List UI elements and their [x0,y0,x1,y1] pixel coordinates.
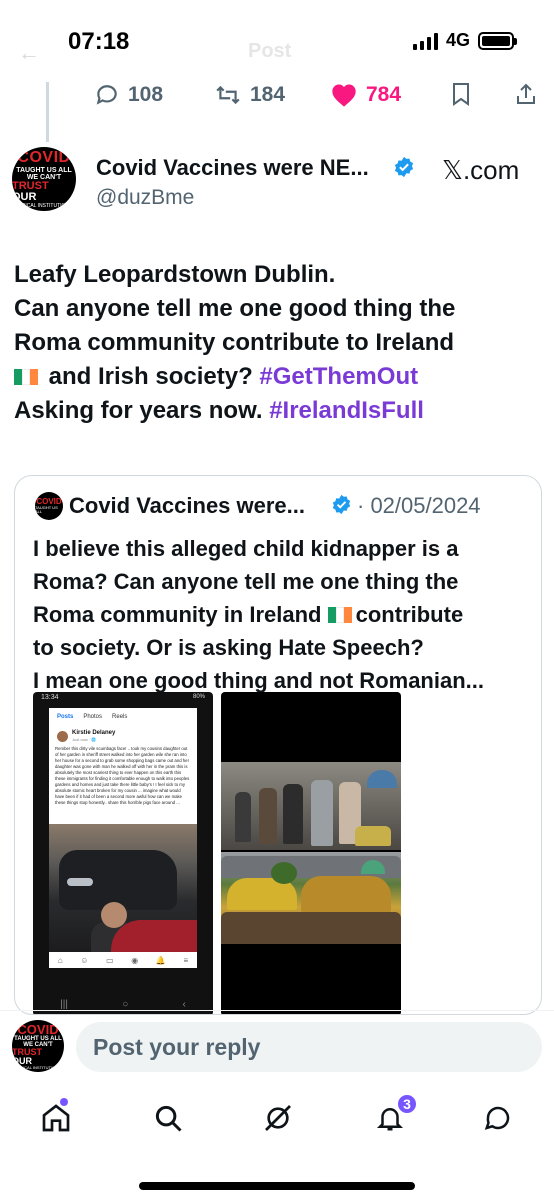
ireland-flag-icon [327,607,352,623]
nav-grok[interactable] [258,1098,298,1138]
quoted-image-screenshot[interactable]: 13:34 80% Posts Photos Reels Kirstie Del… [33,692,213,1014]
verified-badge-icon [394,156,414,178]
quoted-author-name: Covid Vaccines were... [69,493,306,518]
share-icon [517,83,535,104]
author-handle[interactable]: @duzBme [96,186,194,210]
repost-count: 184 [250,83,286,106]
author-avatar[interactable]: COVID TAUGHT US ALL WE CAN'T TRUST OUR M… [12,147,76,211]
source-label: 𝕏.com [442,155,520,185]
hashtag-link[interactable]: #IrelandIsFull [269,397,424,424]
market-photo-bottom [221,852,401,944]
reply-count: 108 [128,83,164,106]
home-unread-dot [60,1098,68,1106]
quoted-tweet-card[interactable]: COVID TAUGHT US ALL Covid Vaccines were.… [14,475,542,1015]
facebook-post-screenshot: Posts Photos Reels Kirstie Delaney Just … [49,708,197,968]
quoted-body: I believe this alleged child kidnapper i… [33,536,484,693]
grok-icon [265,1105,291,1131]
tweet-body: Leafy Leopardstown Dublin. Can anyone te… [14,258,544,428]
notification-badge: 3 [396,1093,418,1115]
nav-search[interactable] [148,1098,188,1138]
engagement-bar: 108 184 784 [0,82,554,114]
repost-button[interactable]: 184 [214,82,285,108]
tweet-line: Can anyone tell me one good thing the [14,295,456,322]
heart-icon [332,84,356,107]
avatar [57,731,68,742]
tweet-line: Leafy Leopardstown Dublin. [14,261,336,288]
reply-input[interactable]: Post your reply [76,1022,542,1072]
verified-badge-icon [332,494,351,515]
quoted-author-avatar: COVID TAUGHT US ALL [35,492,63,520]
home-icon [42,1104,70,1132]
reply-icon [96,85,117,105]
quoted-image-market[interactable] [221,692,401,1014]
repost-icon [216,85,240,105]
nav-messages[interactable] [478,1098,518,1138]
back-arrow-icon[interactable]: ← [18,40,40,66]
bottom-nav: 3 [0,1090,554,1146]
current-user-avatar[interactable]: COVID TAUGHT US ALL WE CAN'T TRUST OUR M… [12,1020,64,1072]
like-count: 784 [366,83,402,106]
divider [0,1010,554,1011]
author-name[interactable]: Covid Vaccines were NE... [96,155,369,181]
car-photo [49,824,197,952]
share-button[interactable] [514,82,538,106]
tweet-line: and Irish society? #GetThemOut [14,360,544,394]
status-time: 07:18 [68,28,130,55]
signal-icon [412,32,438,50]
bookmark-button[interactable] [451,82,471,106]
search-icon [155,1105,182,1132]
reply-button[interactable]: 108 [94,82,163,108]
tweet-line: Asking for years now. #IrelandIsFull [14,397,424,424]
hashtag-link[interactable]: #GetThemOut [259,363,418,390]
status-indicators: 4G [412,30,517,51]
header-title: Post [248,40,292,62]
battery-icon [478,31,517,50]
quoted-date: · 02/05/2024 [357,493,481,518]
nav-home[interactable] [36,1098,76,1138]
tweet-line: Roma community contribute to Ireland [14,329,455,356]
like-button[interactable]: 784 [330,82,401,108]
home-indicator [139,1182,415,1190]
ireland-flag-icon [14,369,38,385]
network-type: 4G [445,30,470,50]
bookmark-icon [453,83,469,106]
market-photo-top [221,762,401,850]
messages-icon [484,1106,510,1130]
